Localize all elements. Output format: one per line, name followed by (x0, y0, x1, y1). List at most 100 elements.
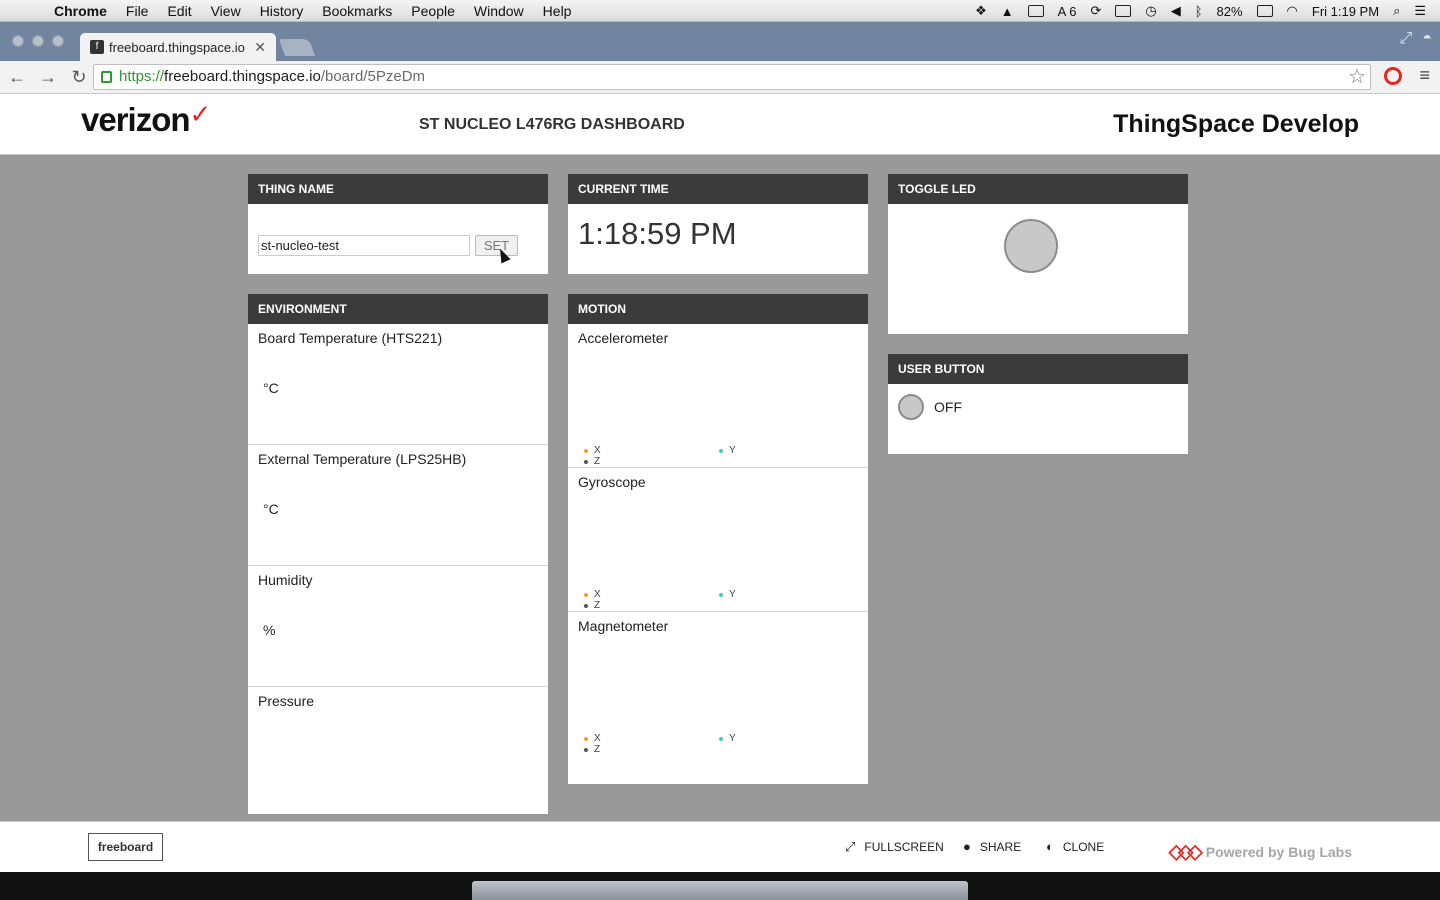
bookmark-star-icon[interactable]: ☆ (1348, 65, 1366, 89)
thing-name-input[interactable] (258, 235, 470, 256)
user-button-pane: USER BUTTON OFF (888, 354, 1188, 454)
legend-dot-z (584, 459, 588, 464)
volume-icon[interactable]: ◀ (1171, 3, 1181, 19)
window-close-button[interactable] (12, 35, 24, 47)
legend-x: X (584, 589, 601, 600)
window-minimize-button[interactable] (32, 35, 44, 47)
legend-y: Y (719, 589, 736, 600)
logo-text: verizon (81, 101, 191, 138)
menu-file[interactable]: File (126, 3, 149, 19)
back-arrow-icon[interactable]: ← (3, 67, 31, 88)
widget-unit: °C (263, 380, 279, 396)
menu-view[interactable]: View (211, 3, 241, 19)
widget-title: Humidity (258, 572, 313, 588)
toggle-led-pane: TOGGLE LED (888, 174, 1188, 334)
clone-button[interactable]: ◐ CLONE (1046, 839, 1104, 854)
widget-title: Accelerometer (578, 330, 669, 346)
drive-icon[interactable]: ▲ (1001, 4, 1014, 19)
menu-window[interactable]: Window (474, 3, 524, 19)
pressure-widget: Pressure (248, 687, 548, 814)
fullscreen-button[interactable]: ⤢ FULLSCREEN (845, 839, 944, 855)
led-section (888, 204, 1188, 325)
widget-unit: °C (263, 501, 279, 517)
menu-app-chrome[interactable]: Chrome (54, 3, 107, 19)
legend-label: Y (729, 733, 736, 744)
tab-title: freeboard.thingspace.io (109, 39, 245, 55)
adobe-icon[interactable]: A 6 (1058, 4, 1077, 19)
current-time-value: 1:18:59 PM (578, 216, 737, 251)
legend-dot-y (719, 592, 723, 597)
macos-dock-area (0, 872, 1440, 900)
dock-shelf[interactable] (472, 881, 968, 900)
forward-arrow-icon[interactable]: → (34, 67, 62, 88)
widget-title: Pressure (258, 693, 315, 709)
browser-tab-active[interactable]: f freeboard.thingspace.io ✕ (80, 33, 276, 61)
led-toggle-button[interactable] (1004, 219, 1058, 273)
adobe-count: 6 (1069, 3, 1077, 19)
legend-z: Z (584, 600, 600, 611)
pane-title: THING NAME (248, 174, 548, 204)
menu-history[interactable]: History (260, 3, 304, 19)
expand-icon: ⤢ (845, 839, 856, 854)
bluetooth-icon[interactable]: ᛒ (1195, 4, 1203, 19)
gyroscope-widget: Gyroscope X Z Y (568, 468, 868, 612)
user-button-indicator (898, 394, 924, 420)
battery-icon[interactable] (1256, 5, 1273, 17)
tab-close-icon[interactable]: ✕ (254, 39, 266, 56)
fullscreen-window-icon[interactable]: ⤢ (1400, 30, 1413, 48)
pane-title: TOGGLE LED (888, 174, 1188, 204)
dashboard-title: ST NUCLEO L476RG DASHBOARD (419, 116, 685, 133)
url-path: /board/5PzeDm (320, 68, 426, 85)
window-controls: ⤢ ◓ (1400, 30, 1432, 48)
legend-y: Y (719, 733, 736, 744)
opera-extension-icon[interactable] (1384, 67, 1402, 85)
external-temperature-widget: External Temperature (LPS25HB) °C (248, 445, 548, 566)
chrome-menu-icon[interactable]: ≡ (1419, 65, 1430, 86)
legend-dot-y (719, 448, 723, 453)
accelerometer-widget: Accelerometer X Z Y (568, 324, 868, 468)
memory-icon[interactable] (1115, 5, 1132, 17)
motion-pane: MOTION Accelerometer X Z Y Gyroscope X Z… (568, 294, 868, 784)
window-zoom-button[interactable] (52, 35, 64, 47)
battery-percent[interactable]: 82% (1217, 4, 1243, 19)
pane-title: CURRENT TIME (568, 174, 868, 204)
widget-title: External Temperature (LPS25HB) (258, 451, 467, 467)
time-machine-icon[interactable]: ◷ (1145, 3, 1156, 19)
legend-z: Z (584, 744, 600, 755)
thing-name-pane: THING NAME SET (248, 174, 548, 274)
new-tab-button[interactable] (278, 39, 316, 56)
pane-title: USER BUTTON (888, 354, 1188, 384)
airplay-icon[interactable] (1027, 5, 1044, 17)
sync-icon[interactable]: ⟳ (1090, 3, 1101, 19)
reload-icon[interactable]: ↻ (65, 67, 93, 88)
menubar-clock[interactable]: Fri 1:19 PM (1312, 4, 1379, 19)
user-button-state: OFF (934, 399, 962, 415)
menubar-status-area: ❖ ▲ A 6 ⟳ ◷ ◀ ᛒ 82% ◠ Fri 1:19 PM ⌕ ☰ (975, 0, 1426, 22)
legend-label: Y (729, 589, 736, 600)
legend-x: X (584, 445, 601, 456)
menu-edit[interactable]: Edit (167, 3, 191, 19)
user-icon: ● (963, 839, 971, 854)
menu-people[interactable]: People (411, 3, 455, 19)
legend-dot-y (719, 736, 723, 741)
freeboard-logo-badge[interactable]: freeboard (88, 833, 163, 861)
dropbox-icon[interactable]: ❖ (975, 3, 987, 19)
humidity-widget: Humidity % (248, 566, 548, 687)
browser-toolbar: ← → ↻ https://freeboard.thingspace.io/bo… (0, 61, 1440, 94)
menu-bookmarks[interactable]: Bookmarks (322, 3, 392, 19)
share-button[interactable]: ● SHARE (963, 839, 1021, 854)
wifi-icon[interactable]: ◠ (1287, 3, 1298, 19)
buglabs-logo-icon: ◇◇◇ (1168, 841, 1203, 863)
widget-unit: % (263, 622, 276, 638)
legend-dot-x (584, 736, 588, 741)
legend-x: X (584, 733, 601, 744)
powered-by-buglabs[interactable]: ◇◇◇ Powered by Bug Labs (1169, 839, 1352, 864)
address-bar[interactable]: https://freeboard.thingspace.io/board/5P… (93, 64, 1371, 90)
legend-dot-x (584, 448, 588, 453)
board-temperature-widget: Board Temperature (HTS221) °C (248, 324, 548, 445)
spotlight-icon[interactable]: ⌕ (1393, 3, 1400, 19)
menu-help[interactable]: Help (543, 3, 572, 19)
legend-label: Z (594, 600, 601, 611)
freeboard-favicon-icon: f (90, 40, 104, 54)
notification-center-icon[interactable]: ☰ (1414, 3, 1426, 19)
